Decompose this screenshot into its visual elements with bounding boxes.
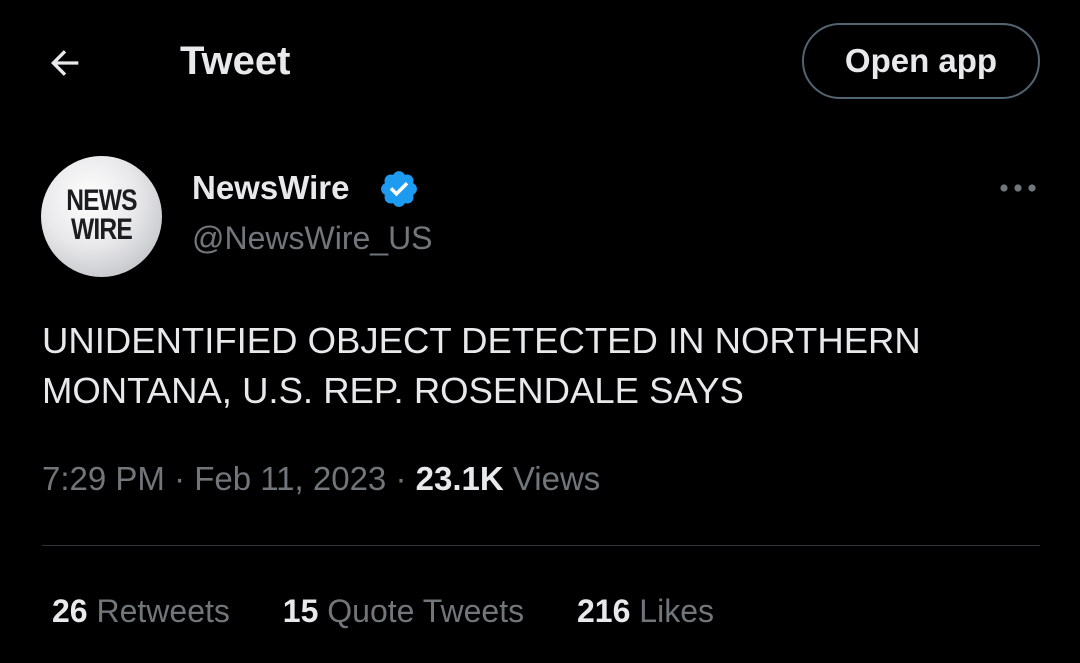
top-bar: Tweet Open app bbox=[0, 0, 1080, 120]
tweet-meta: 7:29 PM · Feb 11, 2023 · 23.1K Views bbox=[42, 456, 600, 502]
more-horizontal-icon[interactable] bbox=[990, 170, 1046, 206]
tweet-time[interactable]: 7:29 PM bbox=[42, 460, 165, 497]
divider bbox=[42, 545, 1040, 546]
author-display-name[interactable]: NewsWire bbox=[192, 168, 349, 208]
page-title: Tweet bbox=[180, 39, 291, 83]
quote-tweets-label: Quote Tweets bbox=[327, 593, 525, 629]
views-label: Views bbox=[512, 460, 601, 497]
avatar-logo-line1: NEWS bbox=[66, 184, 137, 217]
retweets-label: Retweets bbox=[96, 593, 230, 629]
open-app-button[interactable]: Open app bbox=[802, 23, 1040, 99]
arrow-left-icon bbox=[50, 50, 79, 76]
author-handle[interactable]: @NewsWire_US bbox=[192, 218, 433, 258]
meta-separator: · bbox=[174, 460, 186, 497]
avatar[interactable]: NEWS WIRE bbox=[41, 156, 162, 277]
tweet-date[interactable]: Feb 11, 2023 bbox=[194, 460, 386, 497]
engagement-stats: 26 Retweets 15 Quote Tweets 216 Likes bbox=[52, 588, 758, 634]
likes-label: Likes bbox=[639, 593, 714, 629]
back-button[interactable] bbox=[40, 38, 90, 88]
retweets-stat[interactable]: 26 Retweets bbox=[52, 588, 230, 634]
quote-tweets-stat[interactable]: 15 Quote Tweets bbox=[283, 588, 524, 634]
views-count: 23.1K bbox=[415, 460, 504, 497]
verified-badge-icon bbox=[381, 171, 417, 207]
avatar-logo: NEWS WIRE bbox=[52, 184, 151, 246]
retweets-count: 26 bbox=[52, 593, 88, 629]
likes-stat[interactable]: 216 Likes bbox=[577, 588, 714, 634]
meta-separator: · bbox=[395, 460, 407, 497]
likes-count: 216 bbox=[577, 593, 631, 629]
quote-tweets-count: 15 bbox=[282, 593, 319, 629]
tweet-text: UNIDENTIFIED OBJECT DETECTED IN NORTHERN… bbox=[42, 320, 921, 411]
avatar-logo-line2: WIRE bbox=[71, 213, 133, 246]
